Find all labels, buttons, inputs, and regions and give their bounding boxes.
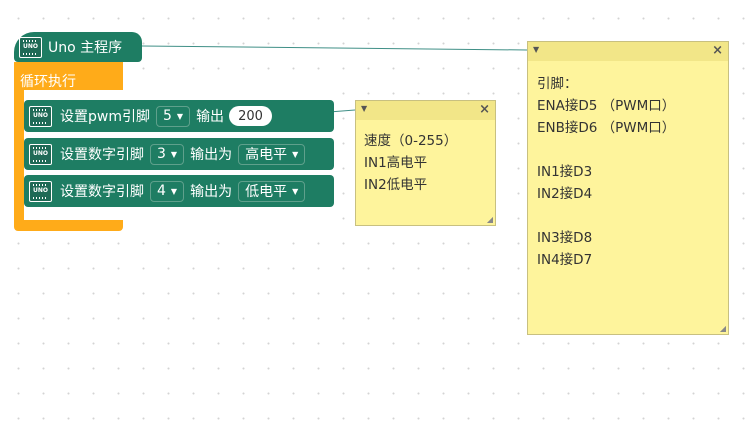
comment-line: IN1接D3 (537, 164, 593, 180)
pin-value: 4 (157, 183, 166, 199)
comment-line (537, 205, 720, 227)
pin-value: 5 (162, 108, 172, 124)
collapse-triangle-icon[interactable]: ▼ (533, 45, 539, 54)
comment-line: ENB接D6 （PWM口） (537, 120, 676, 136)
chevron-down-icon: ▼ (292, 149, 299, 159)
action-label: 输出为 (190, 147, 233, 163)
comment-line: IN2低电平 (364, 177, 428, 193)
comment-header[interactable]: ▼ × (528, 42, 728, 61)
set-digital-pin-block[interactable]: UNO 设置数字引脚 4 ▼ 输出为 低电平 ▼ (24, 175, 334, 207)
block-label: 设置pwm引脚 (60, 109, 150, 125)
resize-handle-icon[interactable]: ◢ (720, 324, 726, 333)
collapse-triangle-icon[interactable]: ▼ (361, 104, 367, 113)
level-value: 低电平 (245, 184, 288, 200)
uno-main-program-block[interactable]: UNO Uno 主程序 (14, 32, 142, 62)
action-label: 输出为 (190, 184, 233, 200)
comment-box-pins[interactable]: ▼ × 引脚： ENA接D5 （PWM口） ENB接D6 （PWM口） IN1接… (527, 41, 729, 335)
connector-line-main (141, 45, 528, 51)
resize-handle-icon[interactable]: ◢ (487, 215, 493, 224)
comment-line: ENA接D5 （PWM口） (537, 98, 676, 114)
block-label: 设置数字引脚 (60, 184, 144, 200)
comment-box-pwm[interactable]: ▼ × 速度（0-255） IN1高电平 IN2低电平 ◢ (355, 100, 496, 226)
pin-dropdown[interactable]: 3 ▼ (150, 143, 185, 165)
pin-dropdown[interactable]: 5 ▼ (155, 105, 191, 127)
chevron-down-icon: ▼ (170, 186, 178, 196)
uno-board-icon: UNO (19, 36, 42, 58)
comment-line: 速度（0-255） (364, 133, 458, 149)
pin-value: 3 (157, 146, 166, 162)
level-dropdown[interactable]: 低电平 ▼ (238, 180, 306, 202)
set-digital-pin-block[interactable]: UNO 设置数字引脚 3 ▼ 输出为 高电平 ▼ (24, 138, 334, 170)
pin-dropdown[interactable]: 4 ▼ (150, 180, 185, 202)
close-icon[interactable]: × (712, 43, 723, 58)
chevron-down-icon: ▼ (176, 111, 184, 121)
action-label: 输出 (196, 109, 225, 125)
close-icon[interactable]: × (479, 102, 490, 117)
comment-text-area[interactable]: 速度（0-255） IN1高电平 IN2低电平 (356, 120, 495, 196)
comment-header[interactable]: ▼ × (356, 101, 495, 120)
comment-line (537, 139, 720, 161)
chevron-down-icon: ▼ (292, 186, 299, 196)
comment-text-area[interactable]: 引脚： ENA接D5 （PWM口） ENB接D6 （PWM口） IN1接D3 I… (528, 61, 728, 271)
comment-line: 引脚： (537, 76, 578, 92)
level-dropdown[interactable]: 高电平 ▼ (238, 143, 306, 165)
loop-block-label: 循环执行 (20, 74, 76, 90)
block-label: 设置数字引脚 (60, 147, 144, 163)
uno-board-icon: UNO (29, 105, 52, 127)
level-value: 高电平 (245, 147, 288, 163)
comment-line: IN3接D8 (537, 230, 593, 246)
comment-line: IN1高电平 (364, 155, 428, 171)
pwm-value-input[interactable]: 200 (229, 106, 272, 126)
main-program-label: Uno 主程序 (48, 40, 123, 56)
comment-line: IN2接D4 (537, 186, 593, 202)
set-pwm-pin-block[interactable]: UNO 设置pwm引脚 5 ▼ 输出 200 (24, 100, 334, 132)
comment-line: IN4接D7 (537, 252, 593, 268)
uno-board-icon: UNO (29, 143, 52, 165)
uno-board-icon: UNO (29, 180, 52, 202)
chevron-down-icon: ▼ (170, 149, 178, 159)
